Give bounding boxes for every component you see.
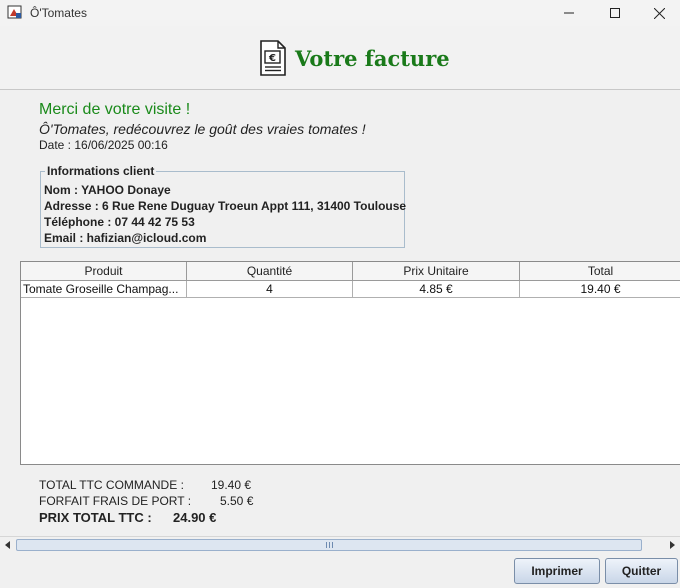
client-name: Nom : YAHOO Donaye [44,183,171,197]
horizontal-scrollbar[interactable] [0,536,680,552]
total-commande-label: TOTAL TTC COMMANDE : [39,478,184,492]
frais-port-value: 5.50 € [220,494,254,508]
client-info-legend: Informations client [45,164,157,178]
app-logo-icon [7,5,22,19]
page-title: Votre facture [295,46,450,71]
print-button[interactable]: Imprimer [514,558,600,584]
slogan-text: Ô'Tomates, redécouvrez le goût des vraie… [39,121,366,137]
cell-quantity: 4 [187,281,353,297]
cell-product: Tomate Groseille Champag... [21,281,187,297]
scroll-left-button[interactable] [0,537,16,553]
prix-total-value: 24.90 € [173,510,217,525]
client-email: Email : hafizian@icloud.com [44,231,207,245]
minimize-button[interactable] [546,0,592,26]
invoice-euro-icon: € [260,40,286,76]
window-title: Ô'Tomates [30,6,87,20]
invoice-table[interactable]: Produit Quantité Prix Unitaire Total Tom… [20,261,680,465]
quit-button[interactable]: Quitter [605,558,678,584]
column-header-quantity[interactable]: Quantité [187,262,353,280]
column-header-product[interactable]: Produit [21,262,187,280]
invoice-header: € Votre facture [0,26,680,90]
close-icon [653,7,665,19]
prix-total-label: PRIX TOTAL TTC : [39,510,152,525]
thanks-message: Merci de votre visite ! [39,101,191,118]
arrow-right-icon [670,541,675,549]
table-row[interactable]: Tomate Groseille Champag... 4 4.85 € 19.… [21,281,680,298]
frais-port-label: FORFAIT FRAIS DE PORT : [39,494,192,508]
maximize-button[interactable] [592,0,638,26]
total-commande-value: 19.40 € [211,478,252,492]
table-header: Produit Quantité Prix Unitaire Total [21,262,680,281]
scroll-right-button[interactable] [664,537,680,553]
window-titlebar: Ô'Tomates [0,0,680,26]
invoice-date: Date : 16/06/2025 00:16 [39,138,168,152]
client-address: Adresse : 6 Rue Rene Duguay Troeun Appt … [44,199,407,213]
close-button[interactable] [636,0,680,26]
column-header-total[interactable]: Total [520,262,680,280]
svg-text:€: € [268,53,276,64]
cell-total: 19.40 € [580,282,621,296]
cell-unit-price: 4.85 € [353,281,520,297]
grip-icon [325,542,333,548]
minimize-icon [564,12,574,14]
maximize-icon [610,8,620,18]
column-header-unit-price[interactable]: Prix Unitaire [353,262,520,280]
scrollbar-thumb[interactable] [16,539,642,551]
client-phone: Téléphone : 07 44 42 75 53 [44,215,195,229]
arrow-left-icon [5,541,10,549]
